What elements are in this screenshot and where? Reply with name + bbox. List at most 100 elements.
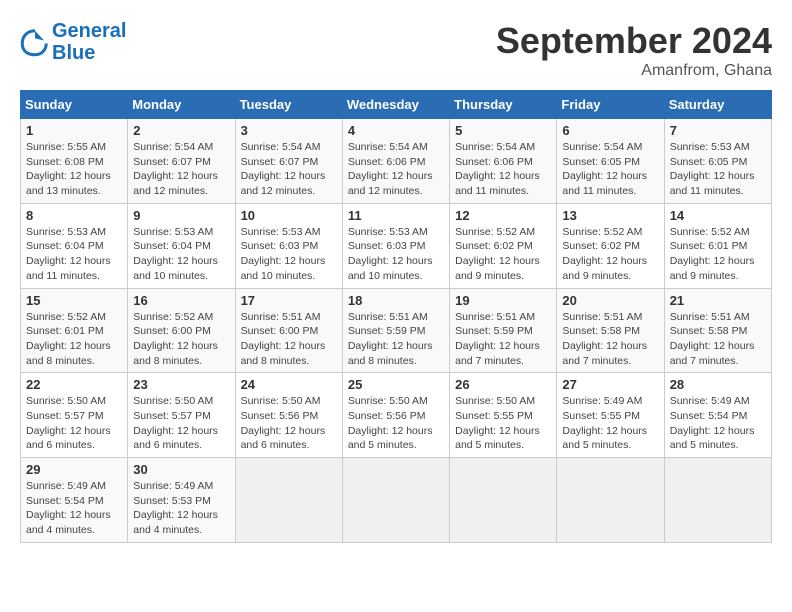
day-number: 13 [562,208,658,223]
day-info: Sunrise: 5:53 AM Sunset: 6:03 PM Dayligh… [348,225,444,284]
day-info: Sunrise: 5:49 AM Sunset: 5:54 PM Dayligh… [670,394,766,453]
calendar-cell: 25Sunrise: 5:50 AM Sunset: 5:56 PM Dayli… [342,373,449,458]
day-info: Sunrise: 5:55 AM Sunset: 6:08 PM Dayligh… [26,140,122,199]
calendar-cell: 8 Sunrise: 5:53 AM Sunset: 6:04 PM Daylig… [21,203,128,288]
calendar-cell [235,458,342,543]
calendar-header-row: Sunday Monday Tuesday Wednesday Thursday… [21,91,772,119]
day-info: Sunrise: 5:52 AM Sunset: 6:01 PM Dayligh… [26,310,122,369]
calendar-cell: 29 Sunrise: 5:49 AM Sunset: 5:54 PM Dayli… [21,458,128,543]
day-number: 20 [562,293,658,308]
day-info: Sunrise: 5:51 AM Sunset: 5:58 PM Dayligh… [670,310,766,369]
day-number: 29 [26,462,122,477]
day-info: Sunrise: 5:51 AM Sunset: 5:58 PM Dayligh… [562,310,658,369]
day-info: Sunrise: 5:53 AM Sunset: 6:05 PM Dayligh… [670,140,766,199]
calendar-cell: 4Sunrise: 5:54 AM Sunset: 6:06 PM Daylig… [342,119,449,204]
day-info: Sunrise: 5:51 AM Sunset: 5:59 PM Dayligh… [455,310,551,369]
calendar-cell: 24 Sunrise: 5:50 AM Sunset: 5:56 PM Dayli… [235,373,342,458]
day-number: 24 [241,377,337,392]
calendar-cell [664,458,771,543]
day-info: Sunrise: 5:52 AM Sunset: 6:02 PM Dayligh… [455,225,551,284]
day-number: 14 [670,208,766,223]
title-block: September 2024 Amanfrom, Ghana [496,20,772,80]
day-number: 23 [133,377,229,392]
calendar-cell: 2 Sunrise: 5:54 AM Sunset: 6:07 PM Daylig… [128,119,235,204]
calendar-cell: 22Sunrise: 5:50 AM Sunset: 5:57 PM Dayli… [21,373,128,458]
day-info: Sunrise: 5:49 AM Sunset: 5:55 PM Dayligh… [562,394,658,453]
calendar-table: Sunday Monday Tuesday Wednesday Thursday… [20,90,772,543]
calendar-cell: 28 Sunrise: 5:49 AM Sunset: 5:54 PM Dayli… [664,373,771,458]
header-wednesday: Wednesday [342,91,449,119]
calendar-cell: 26 Sunrise: 5:50 AM Sunset: 5:55 PM Dayli… [450,373,557,458]
calendar-cell: 7 Sunrise: 5:53 AM Sunset: 6:05 PM Daylig… [664,119,771,204]
calendar-cell: 16Sunrise: 5:52 AM Sunset: 6:00 PM Dayli… [128,288,235,373]
day-number: 9 [133,208,229,223]
calendar-cell: 15 Sunrise: 5:52 AM Sunset: 6:01 PM Dayli… [21,288,128,373]
day-number: 19 [455,293,551,308]
header-thursday: Thursday [450,91,557,119]
day-number: 6 [562,123,658,138]
header-friday: Friday [557,91,664,119]
calendar-cell [450,458,557,543]
day-number: 26 [455,377,551,392]
day-info: Sunrise: 5:54 AM Sunset: 6:06 PM Dayligh… [455,140,551,199]
calendar-cell: 18Sunrise: 5:51 AM Sunset: 5:59 PM Dayli… [342,288,449,373]
day-info: Sunrise: 5:51 AM Sunset: 6:00 PM Dayligh… [241,310,337,369]
calendar-cell: 27 Sunrise: 5:49 AM Sunset: 5:55 PM Dayli… [557,373,664,458]
calendar-cell: 20 Sunrise: 5:51 AM Sunset: 5:58 PM Dayli… [557,288,664,373]
day-info: Sunrise: 5:53 AM Sunset: 6:04 PM Dayligh… [26,225,122,284]
calendar-cell: 1 Sunrise: 5:55 AM Sunset: 6:08 PM Daylig… [21,119,128,204]
calendar-cell: 6Sunrise: 5:54 AM Sunset: 6:05 PM Daylig… [557,119,664,204]
day-number: 10 [241,208,337,223]
logo: General Blue [20,20,126,64]
day-info: Sunrise: 5:54 AM Sunset: 6:07 PM Dayligh… [133,140,229,199]
day-number: 15 [26,293,122,308]
day-info: Sunrise: 5:50 AM Sunset: 5:57 PM Dayligh… [133,394,229,453]
header-tuesday: Tuesday [235,91,342,119]
calendar-week-5: 29 Sunrise: 5:49 AM Sunset: 5:54 PM Dayli… [21,458,772,543]
day-info: Sunrise: 5:50 AM Sunset: 5:55 PM Dayligh… [455,394,551,453]
day-number: 25 [348,377,444,392]
day-info: Sunrise: 5:51 AM Sunset: 5:59 PM Dayligh… [348,310,444,369]
day-info: Sunrise: 5:52 AM Sunset: 6:00 PM Dayligh… [133,310,229,369]
day-info: Sunrise: 5:53 AM Sunset: 6:03 PM Dayligh… [241,225,337,284]
day-number: 7 [670,123,766,138]
day-info: Sunrise: 5:50 AM Sunset: 5:56 PM Dayligh… [241,394,337,453]
calendar-week-1: 1 Sunrise: 5:55 AM Sunset: 6:08 PM Daylig… [21,119,772,204]
calendar-cell [342,458,449,543]
day-number: 1 [26,123,122,138]
day-number: 5 [455,123,551,138]
day-number: 30 [133,462,229,477]
calendar-cell: 19 Sunrise: 5:51 AM Sunset: 5:59 PM Dayli… [450,288,557,373]
day-number: 11 [348,208,444,223]
header-monday: Monday [128,91,235,119]
calendar-cell: 11 Sunrise: 5:53 AM Sunset: 6:03 PM Dayli… [342,203,449,288]
day-info: Sunrise: 5:50 AM Sunset: 5:57 PM Dayligh… [26,394,122,453]
header-sunday: Sunday [21,91,128,119]
day-number: 8 [26,208,122,223]
day-number: 27 [562,377,658,392]
day-number: 28 [670,377,766,392]
calendar-cell: 14Sunrise: 5:52 AM Sunset: 6:01 PM Dayli… [664,203,771,288]
logo-icon [20,27,50,57]
calendar-week-3: 15 Sunrise: 5:52 AM Sunset: 6:01 PM Dayli… [21,288,772,373]
calendar-cell: 30 Sunrise: 5:49 AM Sunset: 5:53 PM Dayli… [128,458,235,543]
day-info: Sunrise: 5:49 AM Sunset: 5:54 PM Dayligh… [26,479,122,538]
calendar-cell: 12Sunrise: 5:52 AM Sunset: 6:02 PM Dayli… [450,203,557,288]
calendar-cell: 3Sunrise: 5:54 AM Sunset: 6:07 PM Daylig… [235,119,342,204]
page-header: General Blue September 2024 Amanfrom, Gh… [20,20,772,80]
day-number: 21 [670,293,766,308]
day-info: Sunrise: 5:52 AM Sunset: 6:02 PM Dayligh… [562,225,658,284]
logo-text: General Blue [52,20,126,64]
day-number: 3 [241,123,337,138]
calendar-cell: 23 Sunrise: 5:50 AM Sunset: 5:57 PM Dayli… [128,373,235,458]
calendar-cell: 9 Sunrise: 5:53 AM Sunset: 6:04 PM Daylig… [128,203,235,288]
month-title: September 2024 [496,20,772,62]
calendar-cell: 10 Sunrise: 5:53 AM Sunset: 6:03 PM Dayli… [235,203,342,288]
day-number: 17 [241,293,337,308]
day-info: Sunrise: 5:49 AM Sunset: 5:53 PM Dayligh… [133,479,229,538]
day-number: 2 [133,123,229,138]
calendar-week-2: 8 Sunrise: 5:53 AM Sunset: 6:04 PM Daylig… [21,203,772,288]
day-info: Sunrise: 5:54 AM Sunset: 6:06 PM Dayligh… [348,140,444,199]
calendar-cell: 17 Sunrise: 5:51 AM Sunset: 6:00 PM Dayli… [235,288,342,373]
day-info: Sunrise: 5:53 AM Sunset: 6:04 PM Dayligh… [133,225,229,284]
